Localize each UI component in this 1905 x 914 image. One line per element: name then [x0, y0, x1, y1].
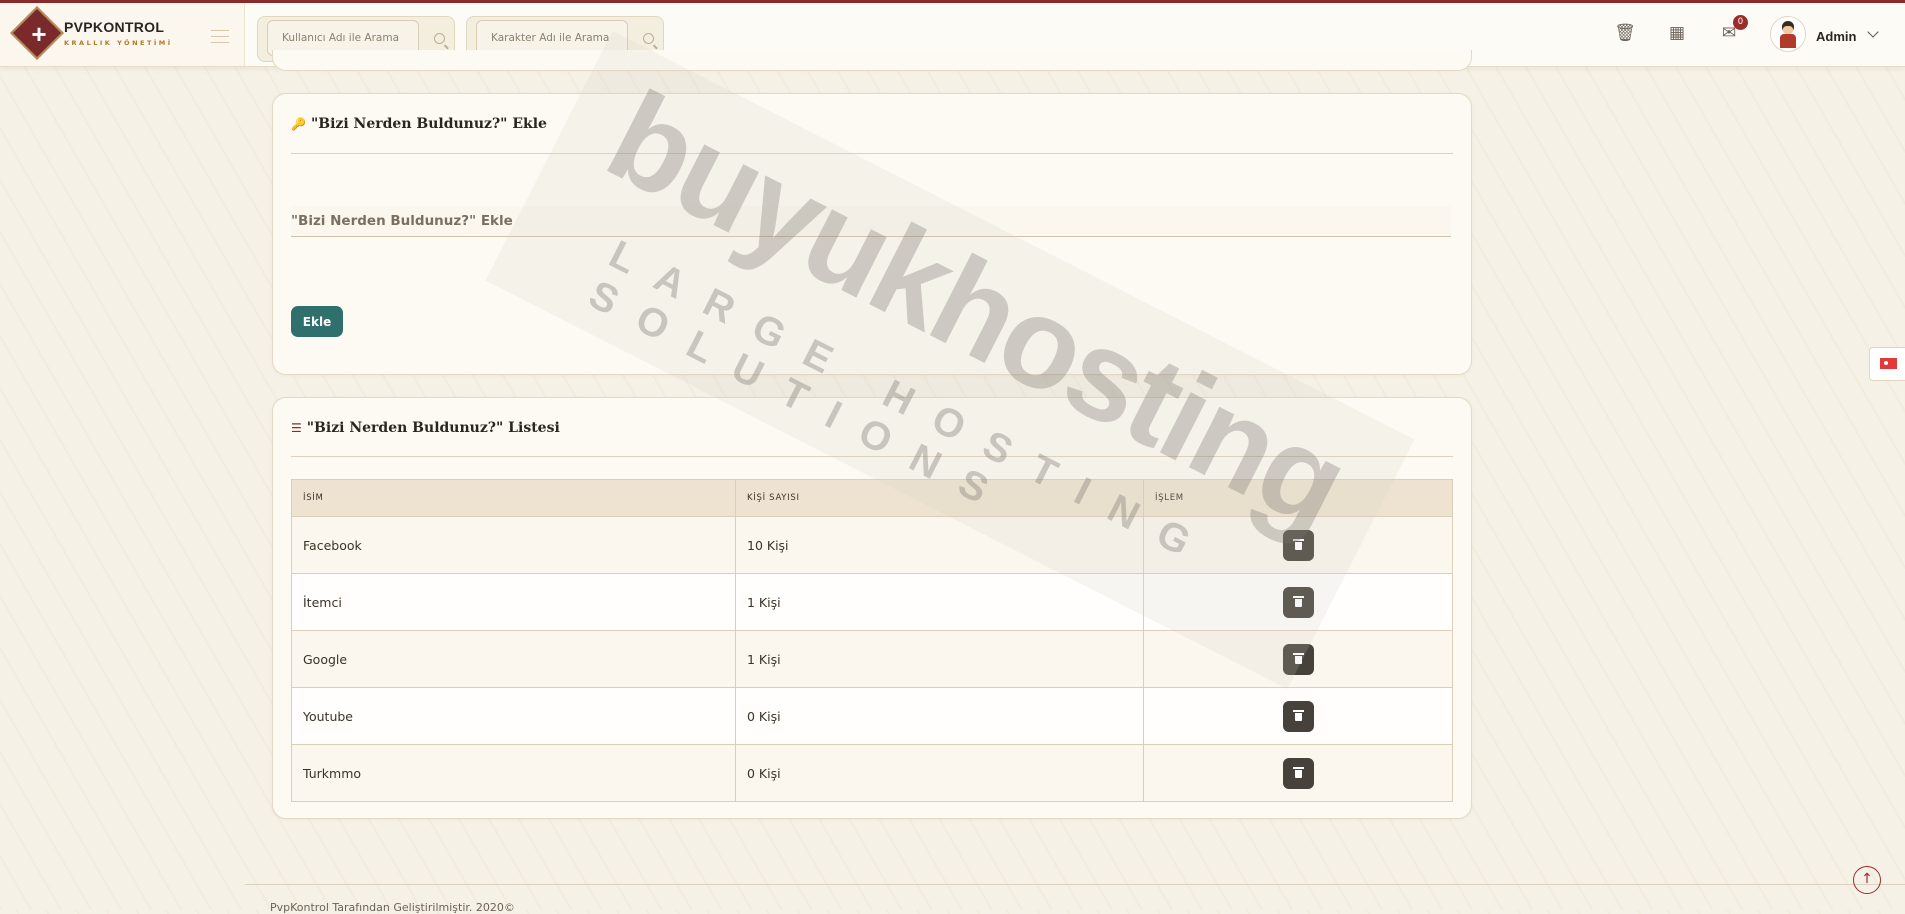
table-row: İtemci 1 Kişi — [291, 573, 1453, 631]
table-row: Google 1 Kişi — [291, 630, 1453, 688]
notification-badge: 0 — [1733, 15, 1748, 30]
search-icon[interactable] — [434, 33, 445, 44]
column-header-name[interactable]: İSİM — [291, 479, 736, 517]
row-action — [1143, 687, 1453, 745]
list-icon: ☰ — [291, 421, 302, 435]
sources-table: İSİM KİŞİ SAYISI İŞLEM Facebook 10 Kişi … — [291, 479, 1453, 802]
column-header-action: İŞLEM — [1143, 479, 1453, 517]
card-title: 🔑 "Bizi Nerden Buldunuz?" Ekle — [291, 116, 547, 132]
trash-icon — [1292, 766, 1304, 778]
delete-button[interactable] — [1282, 529, 1314, 561]
delete-button[interactable] — [1282, 700, 1314, 732]
row-name: Turkmmo — [291, 744, 736, 802]
character-search-input[interactable] — [491, 32, 626, 44]
row-action — [1143, 630, 1453, 688]
footer-text: PvpKontrol Tarafından Geliştirilmiştir. … — [270, 901, 515, 914]
key-icon: 🔑 — [291, 117, 306, 131]
row-action — [1143, 744, 1453, 802]
turkey-flag-icon — [1880, 358, 1897, 369]
trash-icon[interactable]: 🗑 — [1613, 21, 1637, 45]
row-count: 1 Kişi — [735, 573, 1144, 631]
user-name[interactable]: Admin — [1816, 29, 1856, 44]
brand[interactable]: + PVPKONTROL KRALLIK YÖNETİMİ — [0, 3, 245, 66]
divider — [291, 456, 1453, 457]
delete-button[interactable] — [1282, 643, 1314, 675]
brand-subtitle: KRALLIK YÖNETİMİ — [64, 39, 173, 47]
row-name: Youtube — [291, 687, 736, 745]
user-search-input[interactable] — [282, 32, 417, 44]
table-header-row: İSİM KİŞİ SAYISI İŞLEM — [291, 479, 1453, 517]
brand-name: PVPKONTROL — [64, 19, 165, 35]
add-card-title: "Bizi Nerden Buldunuz?" Ekle — [310, 116, 547, 132]
trash-icon — [1292, 538, 1304, 550]
footer-divider — [245, 884, 1905, 885]
list-card-title: "Bizi Nerden Buldunuz?" Listesi — [306, 420, 560, 436]
row-name: Facebook — [291, 516, 736, 574]
row-count: 10 Kişi — [735, 516, 1144, 574]
table-row: Turkmmo 0 Kişi — [291, 744, 1453, 802]
language-selector[interactable] — [1869, 347, 1905, 381]
delete-button[interactable] — [1282, 757, 1314, 789]
row-name: İtemci — [291, 573, 736, 631]
row-action — [1143, 573, 1453, 631]
chevron-down-icon[interactable] — [1867, 26, 1879, 38]
divider — [291, 153, 1453, 154]
hamburger-menu-icon[interactable] — [211, 25, 229, 48]
row-name: Google — [291, 630, 736, 688]
previous-card-edge — [272, 50, 1472, 71]
table-row: Youtube 0 Kişi — [291, 687, 1453, 745]
row-count: 0 Kişi — [735, 687, 1144, 745]
logo-plus-icon: + — [31, 19, 47, 49]
table-row: Facebook 10 Kişi — [291, 516, 1453, 574]
calendar-icon[interactable]: ▦ — [1665, 21, 1689, 45]
row-count: 1 Kişi — [735, 630, 1144, 688]
trash-icon — [1292, 595, 1304, 607]
source-list-card: ☰ "Bizi Nerden Buldunuz?" Listesi İSİM Kİ… — [272, 397, 1472, 819]
avatar[interactable] — [1770, 16, 1806, 52]
search-icon[interactable] — [643, 33, 654, 44]
source-name-input[interactable] — [291, 206, 1451, 237]
column-header-count[interactable]: KİŞİ SAYISI — [735, 479, 1144, 517]
card-title: ☰ "Bizi Nerden Buldunuz?" Listesi — [291, 420, 560, 436]
row-count: 0 Kişi — [735, 744, 1144, 802]
trash-icon — [1292, 652, 1304, 664]
scroll-to-top-icon[interactable]: ↑ — [1853, 866, 1881, 894]
delete-button[interactable] — [1282, 586, 1314, 618]
add-source-card: 🔑 "Bizi Nerden Buldunuz?" Ekle Ekle — [272, 93, 1472, 375]
row-action — [1143, 516, 1453, 574]
add-button[interactable]: Ekle — [291, 306, 343, 337]
trash-icon — [1292, 709, 1304, 721]
